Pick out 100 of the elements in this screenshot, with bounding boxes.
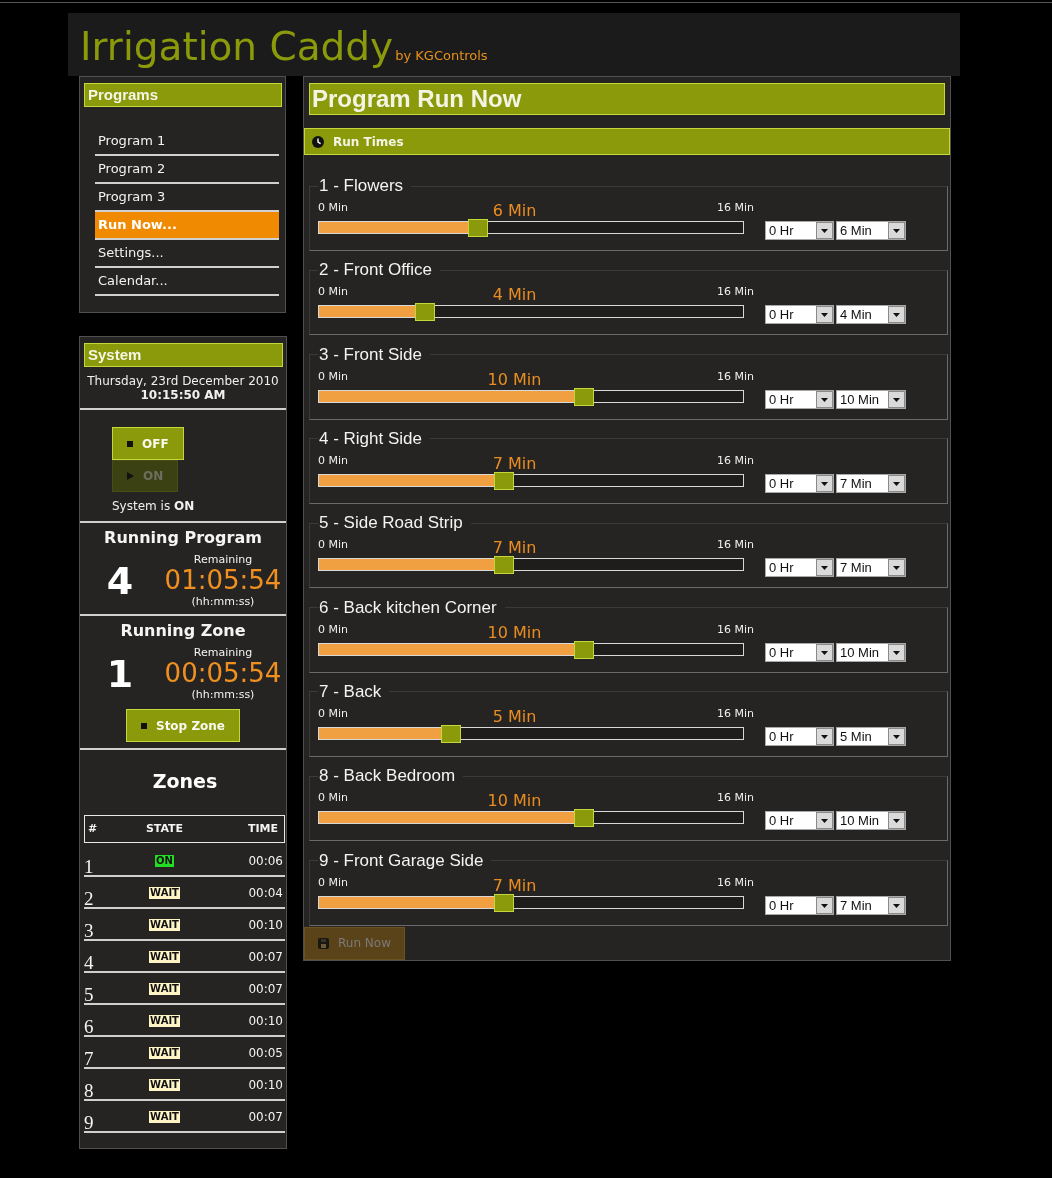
program-menu-item[interactable]: Calendar...	[95, 268, 279, 296]
program-menu-item[interactable]: Settings...	[95, 240, 279, 268]
stop-icon	[127, 440, 133, 447]
hours-dropdown[interactable]: 0 Hr	[765, 895, 834, 915]
program-menu-item[interactable]: Program 2	[95, 156, 279, 184]
zone-time: 00:05	[248, 1046, 284, 1060]
caret-icon[interactable]	[888, 727, 905, 745]
slider-track[interactable]	[318, 303, 744, 322]
hours-dropdown[interactable]: 0 Hr	[765, 558, 834, 578]
slider-track[interactable]	[318, 809, 744, 828]
hours-dropdown[interactable]: 0 Hr	[765, 474, 834, 493]
slider-max-label: 16 Min	[717, 706, 754, 721]
caret-icon[interactable]	[816, 390, 833, 408]
app-title: Irrigation Caddy	[80, 23, 394, 71]
hours-dropdown[interactable]: 0 Hr	[765, 642, 834, 662]
remaining-label: Remaining	[193, 553, 253, 566]
running-number: 1	[106, 653, 134, 694]
minutes-dropdown[interactable]: 6 Min	[836, 221, 906, 240]
hours-dropdown[interactable]: 0 Hr	[765, 389, 834, 409]
remaining-time: 00:05:54	[164, 659, 282, 688]
slider-min-label: 0 Min	[318, 454, 348, 468]
slider-handle[interactable]	[441, 724, 462, 743]
zone-time: 00:07	[248, 1110, 284, 1124]
zone-number: 9	[84, 1113, 94, 1133]
zone-time: 00:04	[248, 886, 284, 900]
slider-value: 4 Min	[492, 286, 537, 304]
slider-handle[interactable]	[494, 472, 515, 490]
hours-dropdown[interactable]: 0 Hr	[765, 305, 834, 325]
slider-track[interactable]	[318, 387, 744, 406]
hours-dropdown[interactable]: 0 Hr	[765, 221, 834, 240]
page-title: Program Run Now	[309, 83, 945, 115]
caret-icon[interactable]	[816, 812, 833, 830]
minutes-dropdown[interactable]: 7 Min	[836, 474, 906, 493]
play-icon	[127, 472, 134, 480]
slider-max-label: 16 Min	[717, 875, 754, 890]
zone-number: 1	[84, 857, 94, 877]
caret-icon[interactable]	[888, 643, 905, 661]
system-status: System is ON	[112, 499, 195, 513]
column-header: #	[88, 822, 98, 836]
slider-track[interactable]	[318, 724, 744, 743]
caret-icon[interactable]	[888, 390, 905, 408]
panel-heading: Programs	[84, 83, 282, 107]
zone-time: 00:07	[248, 950, 284, 964]
slider-max-label: 16 Min	[717, 201, 754, 215]
slider-handle[interactable]	[574, 809, 595, 828]
caret-icon[interactable]	[816, 475, 833, 492]
slider-track[interactable]	[318, 472, 744, 490]
panel-heading: System	[84, 343, 283, 367]
caret-icon[interactable]	[888, 812, 905, 830]
stop-icon	[141, 722, 147, 729]
minutes-dropdown[interactable]: 5 Min	[836, 726, 906, 746]
caret-icon[interactable]	[888, 306, 905, 324]
time-format-label: (hh:mm:ss)	[191, 595, 255, 608]
zone-name: 6 - Back kitchen Corner	[318, 597, 498, 618]
zone-time: 00:10	[248, 1078, 284, 1092]
minutes-dropdown[interactable]: 10 Min	[836, 811, 906, 831]
hours-dropdown[interactable]: 0 Hr	[765, 726, 834, 746]
caret-icon[interactable]	[888, 475, 905, 492]
slider-track[interactable]	[318, 556, 744, 575]
minutes-dropdown[interactable]: 4 Min	[836, 305, 906, 325]
zone-number: 6	[84, 1017, 94, 1037]
caret-icon[interactable]	[816, 306, 833, 324]
slider-min-label: 0 Min	[318, 875, 348, 890]
caret-icon[interactable]	[888, 222, 905, 239]
caret-icon[interactable]	[816, 643, 833, 661]
caret-icon[interactable]	[888, 559, 905, 577]
slider-max-label: 16 Min	[717, 369, 754, 384]
minutes-dropdown[interactable]: 7 Min	[836, 895, 906, 915]
slider-max-label: 16 Min	[717, 454, 754, 468]
slider-track[interactable]	[318, 219, 744, 237]
status-badge: WAIT	[149, 1111, 180, 1123]
slider-handle[interactable]	[494, 556, 515, 575]
minutes-dropdown[interactable]: 7 Min	[836, 558, 906, 578]
zone-name: 2 - Front Office	[318, 260, 434, 281]
minutes-dropdown[interactable]: 10 Min	[836, 389, 906, 409]
caret-icon[interactable]	[816, 559, 833, 577]
program-menu-item[interactable]: Program 1	[95, 128, 279, 156]
caret-icon[interactable]	[816, 896, 833, 914]
zone-time: 00:07	[248, 982, 284, 996]
slider-handle[interactable]	[414, 303, 435, 322]
minutes-dropdown[interactable]: 10 Min	[836, 642, 906, 662]
slider-track[interactable]	[318, 893, 744, 912]
zones-title: Zones	[152, 770, 218, 792]
slider-min-label: 0 Min	[318, 369, 348, 384]
slider-handle[interactable]	[574, 640, 595, 659]
status-badge: ON	[155, 855, 174, 867]
slider-min-label: 0 Min	[318, 201, 348, 215]
slider-value: 10 Min	[487, 792, 542, 810]
floppy-icon	[318, 937, 329, 949]
caret-icon[interactable]	[888, 896, 905, 914]
slider-handle[interactable]	[467, 219, 488, 237]
clock-icon	[312, 135, 324, 148]
hours-dropdown[interactable]: 0 Hr	[765, 811, 834, 831]
zone-name: 4 - Right Side	[318, 429, 423, 449]
slider-handle[interactable]	[574, 387, 595, 406]
zone-name: 9 - Front Garage Side	[318, 850, 485, 871]
caret-icon[interactable]	[816, 222, 833, 239]
slider-handle[interactable]	[494, 893, 515, 912]
caret-icon[interactable]	[816, 727, 833, 745]
slider-track[interactable]	[318, 640, 744, 659]
